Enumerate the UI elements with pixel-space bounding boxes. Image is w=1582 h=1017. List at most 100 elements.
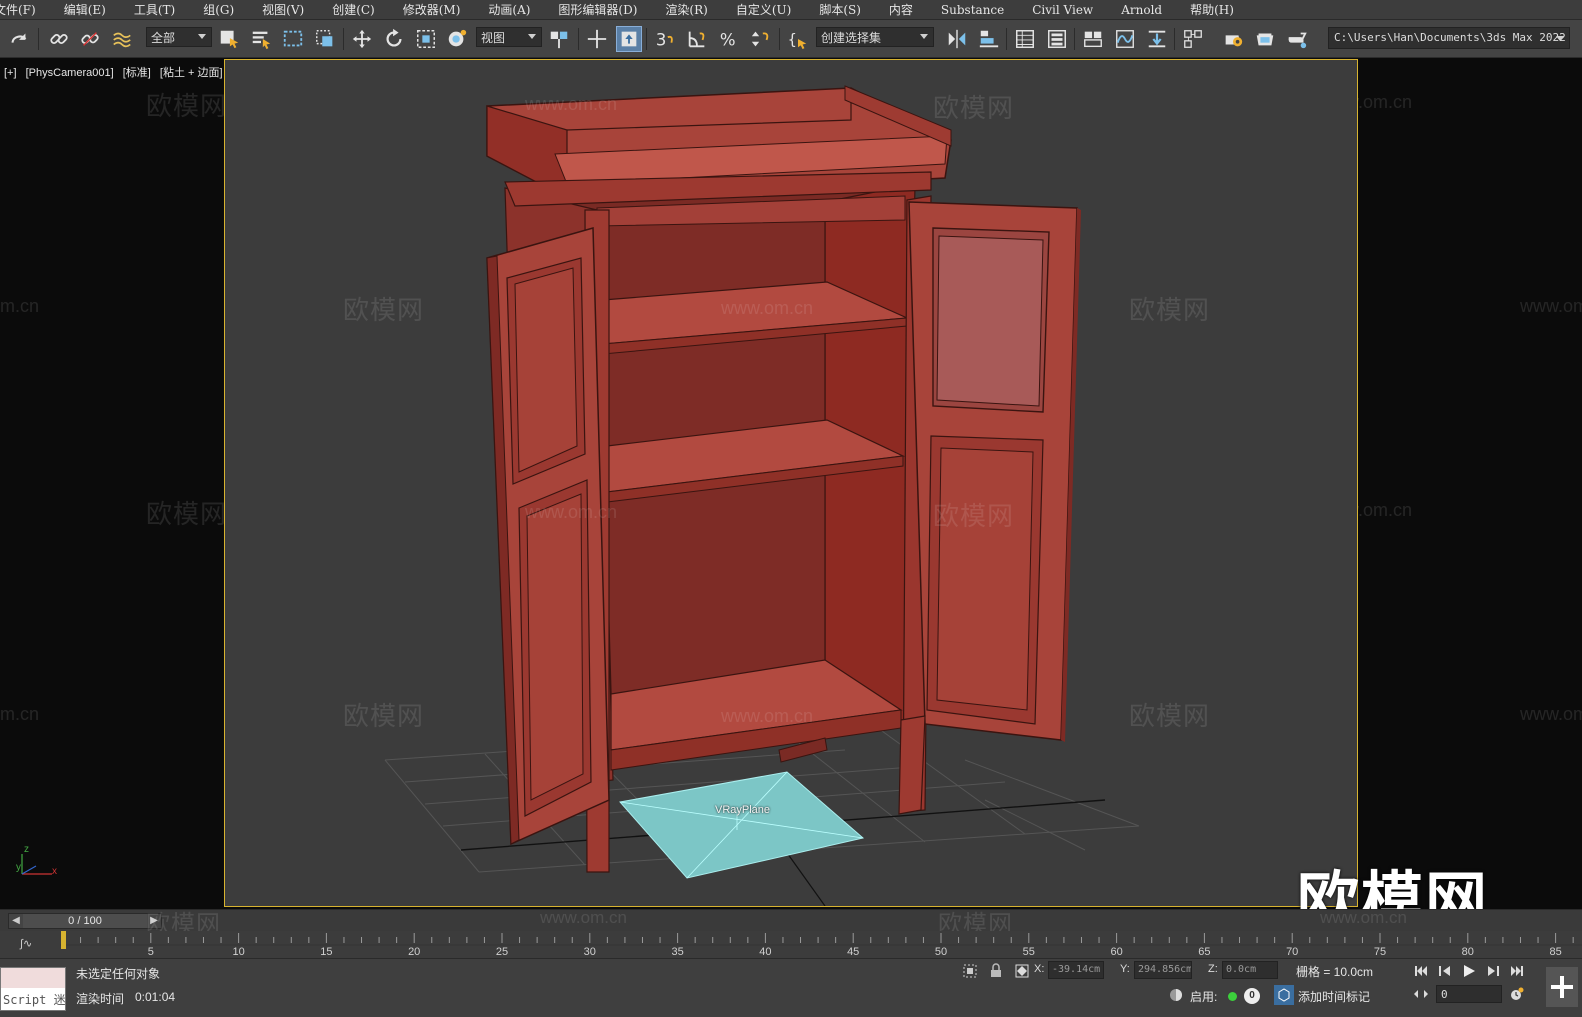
y-label: Y: <box>1120 963 1130 975</box>
time-slider[interactable]: ◀ 0 / 100 ▶ <box>8 913 162 929</box>
layer-explorer-icon[interactable] <box>1044 26 1070 52</box>
align-icon[interactable] <box>976 26 1002 52</box>
active-viewport[interactable]: 欧模网 欧模网 欧模网 欧模网 欧模网 欧模网 www.om.cn www.om… <box>224 59 1358 907</box>
z-coordinate-field[interactable]: 0.0cm <box>1222 961 1278 979</box>
keyboard-shortcut-override-icon[interactable] <box>616 26 642 52</box>
track-tick-label: 50 <box>935 946 947 958</box>
menu-substance[interactable]: Substance <box>927 3 1018 17</box>
move-icon[interactable] <box>349 26 375 52</box>
menu-bar: 文件(F) 编辑(E) 工具(T) 组(G) 视图(V) 创建(C) 修改器(M… <box>0 0 1582 20</box>
next-frame-icon[interactable] <box>1484 961 1502 981</box>
selection-status: 未选定任何对象 <box>76 967 161 981</box>
watermark-url: www.om.cn <box>1520 704 1582 724</box>
menu-view[interactable]: 视图(V) <box>248 1 318 18</box>
add-button[interactable] <box>1546 967 1578 1007</box>
spinner-snap-icon[interactable] <box>748 26 774 52</box>
absolute-transform-icon[interactable] <box>1012 961 1032 981</box>
redo-icon[interactable] <box>6 26 32 52</box>
project-path-dropdown[interactable]: C:\Users\Han\Documents\3ds Max 2022 <box>1328 27 1570 49</box>
isolate-selection-icon[interactable] <box>960 961 980 981</box>
menu-group[interactable]: 组(G) <box>189 1 248 18</box>
select-object-icon[interactable] <box>216 26 242 52</box>
track-tick-label: 80 <box>1462 946 1474 958</box>
viewport-mode-label[interactable]: [粘土 + 边面] <box>160 67 223 79</box>
scene-render <box>384 85 1140 906</box>
viewport-menu-plus[interactable]: [+] <box>4 67 17 79</box>
track-tick-label: 65 <box>1198 946 1210 958</box>
window-crossing-icon[interactable] <box>312 26 338 52</box>
y-coordinate-field[interactable]: 294.856cm <box>1134 961 1192 979</box>
menu-tools[interactable]: 工具(T) <box>120 1 189 18</box>
menu-help[interactable]: 帮助(H) <box>1176 1 1248 18</box>
rendered-frame-window-icon[interactable] <box>1252 26 1278 52</box>
go-to-start-icon[interactable] <box>1412 961 1430 981</box>
svg-text:%: % <box>720 30 736 49</box>
mirror-icon[interactable] <box>944 26 970 52</box>
axis-x-label: x <box>52 866 57 877</box>
track-tick-label: 25 <box>496 946 508 958</box>
menu-modifiers[interactable]: 修改器(M) <box>389 1 475 18</box>
menu-rendering[interactable]: 渲染(R) <box>651 1 721 18</box>
viewport-shading-label[interactable]: [标准] <box>123 67 151 79</box>
schematic-view-icon[interactable] <box>1144 26 1170 52</box>
link-icon[interactable] <box>46 26 72 52</box>
rect-selection-region-icon[interactable] <box>280 26 306 52</box>
menu-customize[interactable]: 自定义(U) <box>722 1 805 18</box>
select-manipulate-icon[interactable] <box>584 26 610 52</box>
menu-arnold[interactable]: Arnold <box>1107 3 1176 17</box>
watermark-url: www.om.cn <box>721 706 814 726</box>
x-coordinate-field[interactable]: -39.14cm <box>1048 961 1104 979</box>
previous-frame-icon[interactable] <box>1436 961 1454 981</box>
track-tick-label: 35 <box>671 946 683 958</box>
named-selection-dropdown[interactable]: 创建选择集 <box>816 27 934 47</box>
play-icon[interactable] <box>1460 961 1478 981</box>
menu-content[interactable]: 内容 <box>875 1 927 18</box>
viewport-camera-label[interactable]: [PhysCamera001] <box>26 67 114 79</box>
edit-named-selection-icon[interactable]: { <box>785 26 811 52</box>
current-frame-field[interactable]: 0 <box>1436 985 1502 1003</box>
render-setup-icon[interactable] <box>1220 26 1246 52</box>
track-bar[interactable]: ∫∿ 5 10 15 20 25 30 35 40 45 50 55 60 65 70 75 80 85 <box>0 931 1582 959</box>
material-editor-icon[interactable] <box>1180 26 1206 52</box>
menu-graph-editors[interactable]: 图形编辑器(D) <box>544 1 651 18</box>
time-tag-icon[interactable] <box>1274 985 1294 1005</box>
scene-explorer-icon[interactable] <box>1012 26 1038 52</box>
axis-y-label: y <box>16 862 21 873</box>
curve-editor-icon[interactable] <box>1112 26 1138 52</box>
key-mode-toggle-icon[interactable] <box>1412 985 1430 1003</box>
percent-snap-icon[interactable]: % <box>716 26 742 52</box>
add-time-tag[interactable]: 添加时间标记 <box>1298 988 1370 1005</box>
angle-snap-icon[interactable] <box>684 26 710 52</box>
cabinet-model <box>486 85 1081 873</box>
pivot-center-icon[interactable] <box>546 26 572 52</box>
menu-civil-view[interactable]: Civil View <box>1018 3 1107 17</box>
adaptive-degradation-icon[interactable] <box>1166 985 1186 1005</box>
snaps-toggle-icon[interactable]: 3 <box>652 26 678 52</box>
maxscript-mini-label[interactable]: Script 迷 <box>1 988 65 1010</box>
menu-animation[interactable]: 动画(A) <box>474 1 544 18</box>
render-production-icon[interactable] <box>1284 26 1310 52</box>
toggle-ribbon-icon[interactable] <box>1080 26 1106 52</box>
go-to-end-icon[interactable] <box>1508 961 1526 981</box>
menu-scripting[interactable]: 脚本(S) <box>805 1 875 18</box>
vray-plane <box>619 771 865 879</box>
time-configuration-icon[interactable] <box>1508 985 1526 1003</box>
rotate-icon[interactable] <box>381 26 407 52</box>
bind-space-warp-icon[interactable] <box>109 26 135 52</box>
lock-selection-icon[interactable] <box>986 961 1006 981</box>
watermark-text: 欧模网 <box>1129 295 1211 325</box>
watermark-text: 欧模网 <box>146 91 228 121</box>
scale-icon[interactable] <box>413 26 439 52</box>
selection-filter-dropdown[interactable]: 全部 <box>146 27 212 47</box>
select-by-name-icon[interactable] <box>248 26 274 52</box>
track-tick-label: 10 <box>232 946 244 958</box>
maxscript-listener[interactable]: Script 迷 <box>0 967 66 1011</box>
status-bar: Script 迷 未选定任何对象 渲染时间 0:01:04 X: -39.14c… <box>0 959 1582 1017</box>
time-slider-bar: ◀ 0 / 100 ▶ 欧模网 欧模网 www.om.cn www.om.cn <box>0 908 1582 938</box>
reference-coord-dropdown[interactable]: 视图 <box>476 27 542 47</box>
placement-icon[interactable] <box>444 26 470 52</box>
menu-edit[interactable]: 编辑(E) <box>50 1 120 18</box>
unlink-icon[interactable] <box>77 26 103 52</box>
menu-file[interactable]: 文件(F) <box>0 1 50 18</box>
menu-create[interactable]: 创建(C) <box>318 1 389 18</box>
